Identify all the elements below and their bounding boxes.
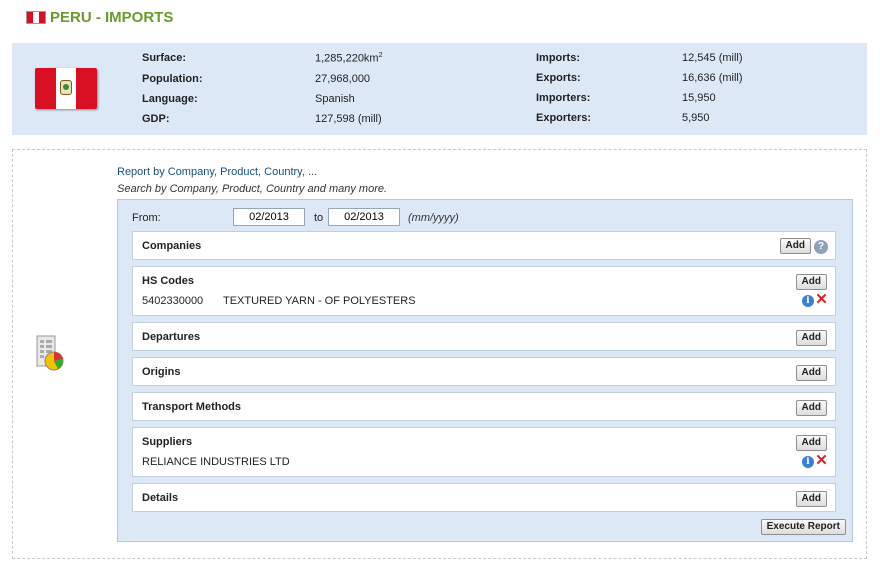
page-title: PERU - IMPORTS [26, 9, 173, 26]
exporters-value: 5,950 [682, 112, 710, 124]
importers-label: Importers: [536, 92, 591, 104]
exporters-label: Exporters: [536, 112, 592, 124]
from-label: From: [132, 212, 161, 224]
supplier-name: RELIANCE INDUSTRIES LTD [142, 456, 290, 468]
peru-flag-image [35, 68, 97, 109]
info-icon[interactable]: i [802, 295, 814, 307]
delete-icon[interactable]: ✕ [815, 292, 828, 307]
surface-value: 1,285,220km2 [315, 52, 383, 65]
info-icon[interactable]: i [802, 456, 814, 468]
hs-code-value: 5402330000 [142, 295, 204, 307]
delete-icon[interactable]: ✕ [815, 453, 828, 468]
population-label: Population: [142, 73, 203, 85]
section-transport-methods: Transport Methods Add [132, 392, 836, 421]
imports-value: 12,545 (mill) [682, 52, 743, 64]
section-label: Details [142, 492, 179, 504]
surface-label: Surface: [142, 52, 187, 64]
add-transport-methods-button[interactable]: Add [795, 400, 827, 416]
peru-flag-icon [26, 11, 46, 24]
section-label: Origins [142, 366, 181, 378]
section-details: Details Add [132, 483, 836, 512]
section-label: Suppliers [142, 436, 193, 448]
section-origins: Origins Add [132, 357, 836, 386]
exports-value: 16,636 (mill) [682, 72, 743, 84]
report-builder: Report by Company, Product, Country, ...… [12, 149, 867, 559]
report-chart-icon [36, 335, 64, 371]
section-label: Departures [142, 331, 201, 343]
report-title: Report by Company, Product, Country, ... [117, 166, 318, 178]
exports-label: Exports: [536, 72, 581, 84]
imports-label: Imports: [536, 52, 580, 64]
section-departures: Departures Add [132, 322, 836, 351]
importers-value: 15,950 [682, 92, 716, 104]
section-label: Transport Methods [142, 401, 242, 413]
language-value: Spanish [315, 93, 355, 105]
report-subtitle: Search by Company, Product, Country and … [117, 183, 388, 195]
section-hs-codes: HS Codes Add 5402330000 TEXTURED YARN - … [132, 266, 836, 316]
page-title-text: PERU - IMPORTS [50, 9, 174, 26]
section-label: Companies [142, 240, 202, 252]
gdp-value: 127,598 (mill) [315, 113, 382, 125]
section-companies: Companies Add ? [132, 231, 836, 260]
hs-code-description: TEXTURED YARN - OF POLYESTERS [223, 295, 416, 307]
add-hs-code-button[interactable]: Add [795, 274, 827, 290]
to-date-input[interactable] [328, 208, 400, 226]
execute-report-button[interactable]: Execute Report [760, 519, 846, 535]
language-label: Language: [142, 93, 198, 105]
from-date-input[interactable] [233, 208, 305, 226]
report-form: From: to (mm/yyyy) Companies Add ? HS Co… [117, 199, 853, 542]
to-label: to [314, 212, 324, 224]
add-companies-button[interactable]: Add [779, 238, 811, 254]
add-suppliers-button[interactable]: Add [795, 435, 827, 451]
add-details-button[interactable]: Add [795, 491, 827, 507]
population-value: 27,968,000 [315, 73, 371, 85]
add-origins-button[interactable]: Add [795, 365, 827, 381]
country-info-panel: Surface: 1,285,220km2 Population: 27,968… [12, 43, 867, 135]
help-icon[interactable]: ? [814, 240, 828, 254]
section-label: HS Codes [142, 275, 194, 287]
date-format-hint: (mm/yyyy) [408, 212, 459, 224]
coat-of-arms-icon [59, 80, 72, 95]
add-departures-button[interactable]: Add [795, 330, 827, 346]
section-suppliers: Suppliers Add RELIANCE INDUSTRIES LTD i … [132, 427, 836, 477]
gdp-label: GDP: [142, 113, 170, 125]
